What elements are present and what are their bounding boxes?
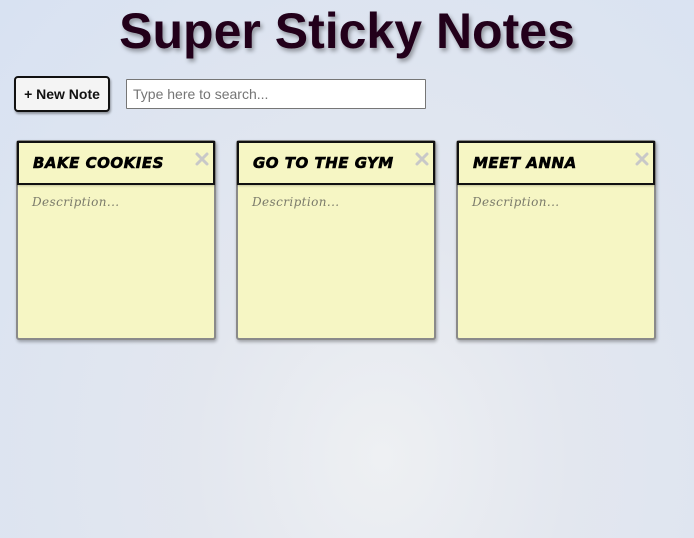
search-input[interactable]	[126, 79, 426, 109]
note-card: Go to the gym Description...	[236, 140, 436, 340]
new-note-button[interactable]: + New Note	[14, 76, 110, 112]
app-title: Super Sticky Notes	[119, 3, 575, 59]
note-title[interactable]: Meet Anna	[473, 154, 577, 173]
note-title[interactable]: Go to the gym	[253, 154, 394, 173]
note-description[interactable]: Description...	[18, 185, 214, 219]
note-header: Meet Anna	[457, 141, 655, 185]
note-description[interactable]: Description...	[238, 185, 434, 219]
toolbar: + New Note	[14, 76, 426, 112]
close-icon[interactable]	[193, 150, 211, 168]
note-card: Meet Anna Description...	[456, 140, 656, 340]
close-icon[interactable]	[413, 150, 431, 168]
note-card: Bake cookies Description...	[16, 140, 216, 340]
note-header: Bake cookies	[17, 141, 215, 185]
note-description[interactable]: Description...	[458, 185, 654, 219]
notes-list: Bake cookies Description... Go to the gy…	[16, 140, 676, 340]
close-icon[interactable]	[633, 150, 651, 168]
note-header: Go to the gym	[237, 141, 435, 185]
note-title[interactable]: Bake cookies	[33, 154, 164, 173]
